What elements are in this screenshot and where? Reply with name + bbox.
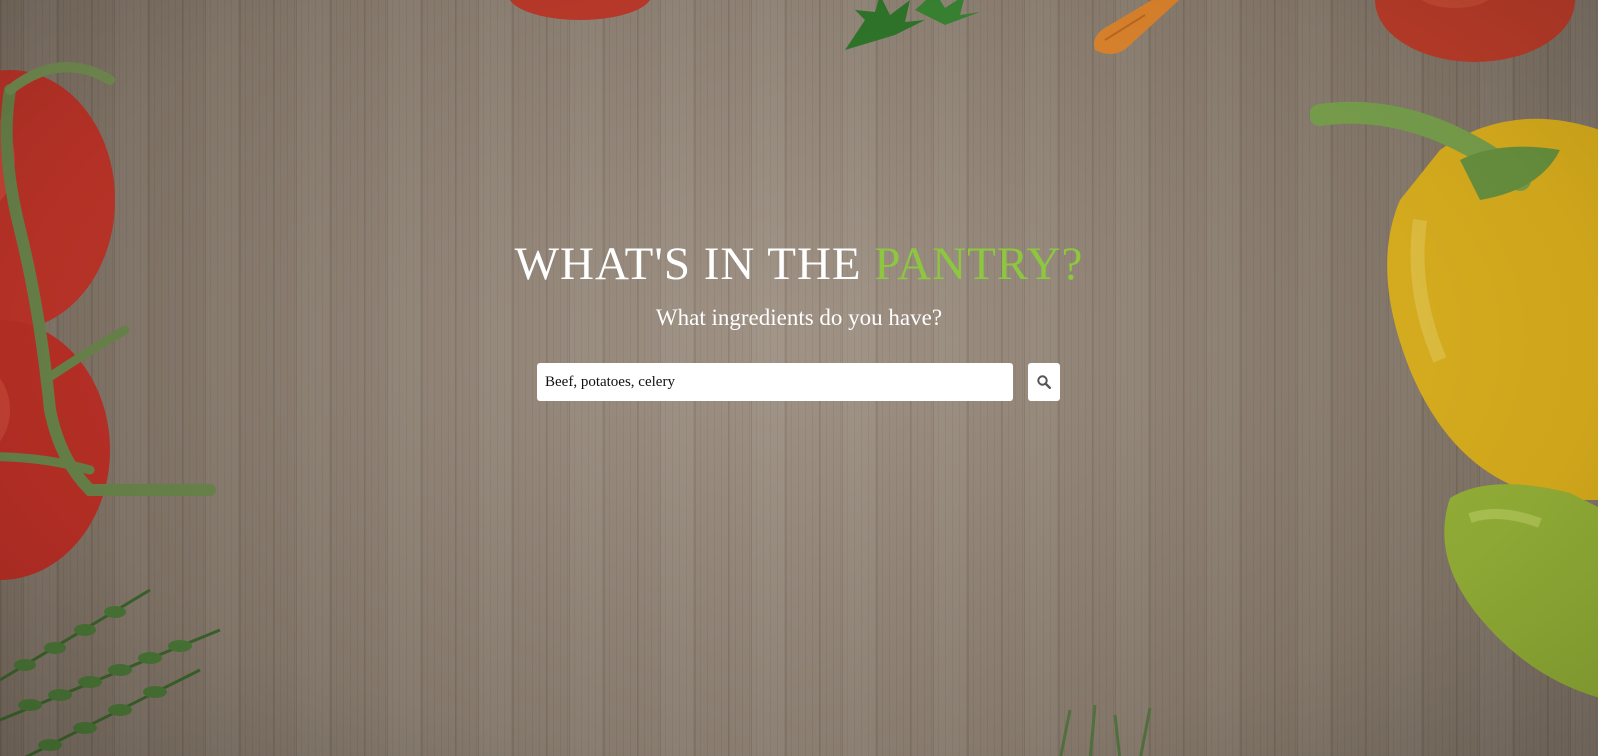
page-title: WHAT'S IN THE PANTRY? bbox=[0, 236, 1598, 292]
ingredients-search-input[interactable] bbox=[537, 363, 1013, 401]
search-button[interactable] bbox=[1028, 363, 1060, 401]
title-accent: PANTRY? bbox=[874, 238, 1084, 290]
hero-section: WHAT'S IN THE PANTRY? What ingredients d… bbox=[0, 236, 1598, 334]
title-main: WHAT'S IN THE bbox=[514, 238, 875, 290]
page-subtitle: What ingredients do you have? bbox=[655, 305, 943, 330]
search-icon bbox=[1037, 375, 1051, 389]
